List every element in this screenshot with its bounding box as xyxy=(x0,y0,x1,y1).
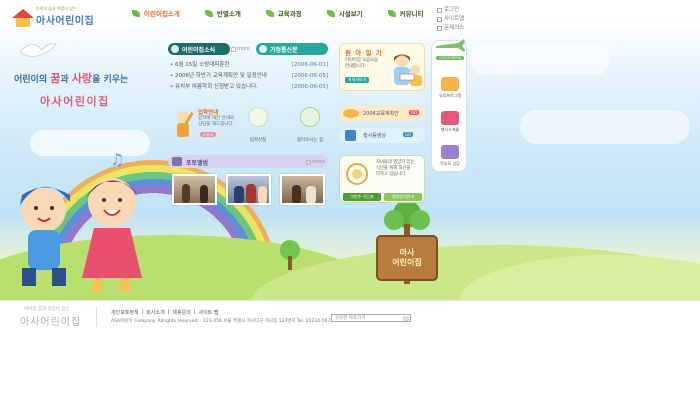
gallery-more-link[interactable]: more xyxy=(306,159,325,165)
student-with-pencil-icon xyxy=(177,111,194,137)
camera-icon xyxy=(172,157,182,166)
site-logo[interactable]: 아이의 꿈과 희망이 있는 아사어린이집 xyxy=(12,6,94,27)
education-plan-button[interactable]: 2006교육계획안 GO xyxy=(339,106,425,121)
tab-newsletter[interactable]: 가정통신문 xyxy=(256,43,328,55)
privacy-link[interactable]: 개인보호정책 xyxy=(111,309,139,316)
event-video-button[interactable]: 행사동영상 GO xyxy=(339,128,425,143)
nutrition-info-button[interactable]: 영양상식안내 xyxy=(384,193,422,201)
partnership-link[interactable]: 제휴문의 xyxy=(172,309,190,316)
diary-card[interactable]: 원 아 일 기 어린이집 모습모습 안내합니다. 자세히보기 xyxy=(339,43,425,91)
main-navigation: 어린이집소개 반별소개 교육과정 시설보기 커뮤니티 xyxy=(132,8,449,18)
tab-notice[interactable]: 어린이집소식 xyxy=(168,43,230,55)
book-icon xyxy=(259,45,267,53)
login-link[interactable]: 로그인 xyxy=(437,6,464,15)
pencil-icon[interactable] xyxy=(248,107,268,127)
contact-link[interactable]: 문제의스 xyxy=(437,24,464,33)
photo-thumbnails xyxy=(172,174,334,205)
video-icon xyxy=(345,130,356,141)
music-note-icon: ♫ xyxy=(110,150,125,169)
diary-title: 원 아 일 기 xyxy=(345,49,383,57)
go-badge: GO xyxy=(409,110,420,115)
nav-item-curriculum[interactable]: 교육과정 xyxy=(265,8,302,18)
nav-item-about[interactable]: 어린이집소개 xyxy=(132,8,180,18)
go-badge: GO xyxy=(403,132,414,137)
list-item[interactable]: • 유치부 여름학회 신청받고 있습니다. [2006-06-05] xyxy=(170,82,328,93)
leaf-icon xyxy=(265,9,274,17)
meal-desc: 자녀들의 영양가 있는 식단을 위해 최선을 다하고 있습니다. xyxy=(376,160,415,177)
admission-desc: 입학에 대한 안내와 상담을 해드립니다. xyxy=(198,116,234,127)
sitemap-link[interactable]: 사이트맵 xyxy=(437,15,464,24)
meal-bowl-icon xyxy=(346,163,368,185)
hero-slogan: 어린이의 꿈과 사랑을 키우는 xyxy=(14,72,129,85)
counsel-icon[interactable] xyxy=(441,145,459,159)
utility-links: 로그인 사이트맵 문제의스 xyxy=(437,6,464,33)
gallery-header: 포토앨범 more xyxy=(168,155,328,168)
sidebar-item-counsel[interactable]: 학부모 상담 xyxy=(432,161,468,167)
cloud-shape xyxy=(520,110,690,144)
calendar-icon[interactable] xyxy=(441,111,459,125)
leaf-icon xyxy=(204,9,213,17)
bell-icon xyxy=(171,45,179,53)
image-placeholder-icon xyxy=(437,26,442,31)
gallery-title: 포토앨범 xyxy=(186,160,209,167)
logo-title: 아사어린이집 xyxy=(36,16,95,27)
photo-thumbnail[interactable] xyxy=(226,174,271,205)
list-item[interactable]: • 6월 15일 소방대피훈련 [2006-06-01] xyxy=(170,60,328,71)
footer-copyright: ASA어린이 Company. Allrights reserved. 123-… xyxy=(111,319,338,324)
location-link[interactable]: 찾아오시는 길 xyxy=(290,137,330,143)
notice-list: • 6월 15일 소방대피훈련 [2006-06-01] • 2006년 하반기 … xyxy=(170,60,328,93)
diary-detail-button[interactable]: 자세히보기 xyxy=(345,77,370,83)
nav-item-facilities[interactable]: 시설보기 xyxy=(326,8,363,18)
mother-child-reading-icon xyxy=(394,54,422,86)
leaf-icon xyxy=(326,9,335,17)
dove-icon xyxy=(19,43,57,58)
list-item[interactable]: • 2006년 하반기 교육계획안 및 일정안내 [2006-06-05] xyxy=(170,71,328,82)
footer-links: 개인보호정책 | 회사소개 | 제휴문의 | 사이트 맵 xyxy=(111,309,219,316)
image-placeholder-icon xyxy=(231,46,236,52)
lemon-icon xyxy=(343,109,359,118)
program-icon[interactable] xyxy=(441,77,459,91)
meal-card: 자녀들의 영양가 있는 식단을 위해 최선을 다하고 있습니다. 이번주 식단표 영… xyxy=(339,155,425,203)
sidebar-item-schedule[interactable]: 행사스케쥴 xyxy=(432,127,468,133)
admission-title: 입학안내 xyxy=(198,110,219,116)
nav-item-community[interactable]: 커뮤니티 xyxy=(387,8,424,18)
children-illustration xyxy=(20,178,142,292)
image-placeholder-icon xyxy=(437,17,442,22)
notice-more-link[interactable]: more xyxy=(231,46,250,52)
diary-desc: 어린이집 모습모습 안내합니다. xyxy=(345,58,378,69)
footer-logo-tagline: 아이의 꿈과 희망이 있는 xyxy=(24,307,70,312)
apply-link[interactable]: 입학신청 xyxy=(240,137,276,143)
quick-menu-title: QUICK MENU xyxy=(436,56,464,60)
sitemap-footer-link[interactable]: 사이트 맵 xyxy=(198,309,218,316)
footer-divider xyxy=(96,307,97,327)
nav-item-classes[interactable]: 반별소개 xyxy=(204,8,241,18)
image-placeholder-icon xyxy=(306,159,311,165)
map-icon[interactable] xyxy=(300,107,320,127)
quick-menu-sidebar: QUICK MENU 유료프로그램 행사스케쥴 학부모 상담 xyxy=(431,39,468,172)
airplane-icon xyxy=(436,39,465,52)
house-icon xyxy=(12,9,34,27)
related-sites-select[interactable]: 유관관 바로가기 xyxy=(331,314,411,322)
wooden-sign-illustration xyxy=(376,200,438,284)
leaf-icon xyxy=(132,9,140,17)
admission-more-button[interactable]: more xyxy=(200,132,217,137)
cloud-shape xyxy=(470,45,610,75)
leaf-icon xyxy=(387,9,396,17)
sign-line-2: 어린이집 xyxy=(392,258,422,267)
site-footer: 아이의 꿈과 희망이 있는 아사어린이집 개인보호정책 | 회사소개 | 제휴문의 |… xyxy=(0,300,700,408)
photo-thumbnail[interactable] xyxy=(280,174,325,205)
footer-logo: 아사어린이집 xyxy=(20,317,82,328)
image-placeholder-icon xyxy=(437,8,442,13)
tree-illustration xyxy=(280,240,300,270)
sign-line-1: 아사 xyxy=(399,248,415,257)
chevron-down-icon xyxy=(403,316,409,321)
hero-school-name: 아사어린이집 xyxy=(40,95,110,108)
photo-thumbnail[interactable] xyxy=(172,174,217,205)
admission-section: 입학안내 입학에 대한 안내와 상담을 해드립니다. more 입학신청 찾아오시… xyxy=(168,103,328,151)
sidebar-item-programs[interactable]: 유료프로그램 xyxy=(432,93,468,99)
company-link[interactable]: 회사소개 xyxy=(146,309,164,316)
weekly-menu-button[interactable]: 이번주 식단표 xyxy=(343,193,381,201)
